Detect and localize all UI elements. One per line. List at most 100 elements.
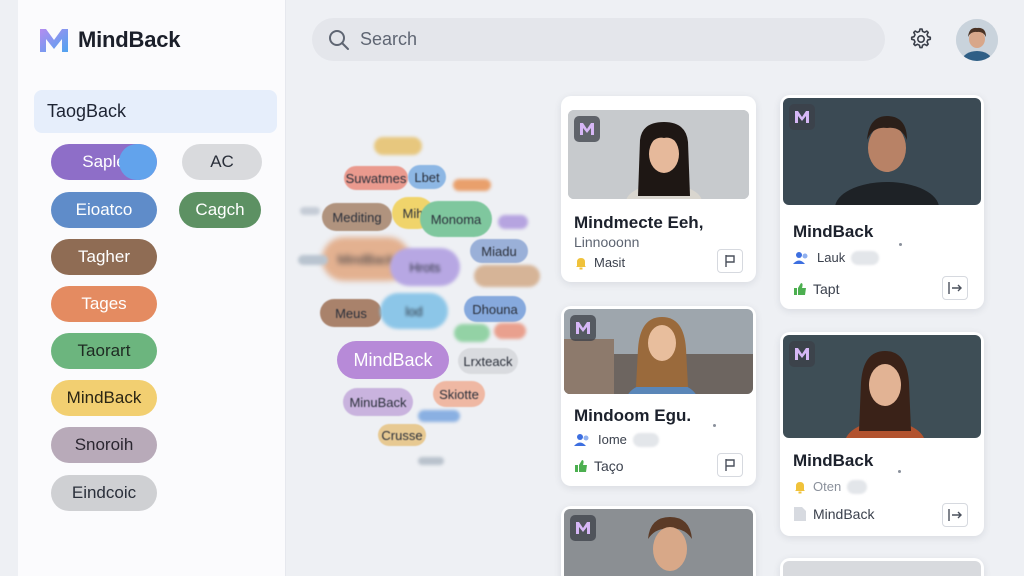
tag-pill[interactable]: Taorart xyxy=(51,333,157,369)
cloud-tag[interactable]: Dhouna xyxy=(464,296,526,322)
card-meta: Taço xyxy=(574,458,624,474)
cloud-tag[interactable]: Crusse xyxy=(378,424,426,446)
cloud-tag[interactable]: lod xyxy=(380,293,448,329)
cloud-tag[interactable]: Skiotte xyxy=(433,381,485,407)
cloud-tag[interactable] xyxy=(474,265,540,287)
app-name: MindBack xyxy=(78,27,181,52)
cloud-tag[interactable]: MinuBack xyxy=(343,388,413,416)
sidebar: MindBack TaogBack Saple AC Eioatco Cagch… xyxy=(18,0,286,576)
app-logo[interactable]: MindBack xyxy=(38,26,181,54)
cloud-tag[interactable]: Miadu xyxy=(470,239,528,263)
cloud-tag[interactable] xyxy=(453,179,491,191)
cloud-tag[interactable] xyxy=(298,255,328,265)
tag-pill-label: Tages xyxy=(81,294,127,313)
bell-icon xyxy=(795,481,805,493)
tag-pill-highlight xyxy=(119,144,157,180)
cloud-tag-label: Lbet xyxy=(414,169,440,185)
tag-pill[interactable]: Eioatco xyxy=(51,192,157,228)
tag-pill-label: Taorart xyxy=(77,341,131,360)
flag-icon xyxy=(725,255,735,267)
cloud-tag-label: Lrxteack xyxy=(463,353,513,369)
cloud-tag-label: Skiotte xyxy=(439,386,479,402)
cloud-tag[interactable]: Mediting xyxy=(322,203,392,231)
cloud-tag[interactable]: Meus xyxy=(320,299,382,327)
card-meta: Tapt xyxy=(793,281,839,297)
search-icon xyxy=(329,29,349,50)
profile-card[interactable]: Mindoom Egu. Iome Taço xyxy=(561,306,756,486)
cloud-tag[interactable]: Lrxteack xyxy=(458,348,518,374)
tag-pill[interactable]: Tages xyxy=(51,286,157,322)
sidebar-item-active[interactable]: TaogBack xyxy=(34,90,277,133)
share-button[interactable] xyxy=(942,503,968,527)
decorative-dot xyxy=(899,243,902,246)
tag-pill[interactable]: Cagch xyxy=(179,192,261,228)
share-arrow-icon xyxy=(948,282,962,294)
card-photo xyxy=(783,561,981,576)
cloud-tag[interactable] xyxy=(418,457,444,465)
users-icon xyxy=(574,433,589,446)
card-meta-label: Lauk xyxy=(817,250,846,265)
tag-pill-label: Eioatco xyxy=(75,200,133,219)
card-title: Mindmecte Eeh, xyxy=(574,213,704,232)
cloud-tag[interactable] xyxy=(300,207,320,215)
card-meta-label: Iome xyxy=(598,432,627,447)
card-meta: MindBack xyxy=(793,506,874,522)
document-icon xyxy=(794,507,806,521)
share-arrow-icon xyxy=(948,509,962,521)
cloud-tag[interactable] xyxy=(498,215,528,229)
card-meta: Lauk xyxy=(793,250,880,265)
cloud-tag[interactable]: Hrots xyxy=(390,248,460,286)
cloud-tag[interactable]: MindBack xyxy=(337,341,449,379)
card-meta-label: Masit xyxy=(594,255,626,270)
tag-pill[interactable]: Saple xyxy=(51,144,157,180)
settings-gear-icon[interactable] xyxy=(907,26,933,52)
profile-card[interactable] xyxy=(780,558,984,576)
card-meta-label: MindBack xyxy=(813,506,875,522)
card-title: MindBack xyxy=(793,222,874,241)
cloud-tag[interactable]: Monoma xyxy=(420,201,492,237)
cloud-tag-label: Dhouna xyxy=(472,301,518,317)
card-meta-placeholder xyxy=(632,432,659,447)
card-photo xyxy=(564,309,753,394)
tag-pill-label: AC xyxy=(210,152,234,171)
tag-pill[interactable]: AC xyxy=(182,144,262,180)
search-bar[interactable]: Search xyxy=(312,18,885,61)
cloud-tag[interactable] xyxy=(454,324,490,342)
card-photo xyxy=(783,98,981,205)
cloud-tag[interactable] xyxy=(418,410,460,422)
m-badge-icon xyxy=(570,515,596,541)
profile-card[interactable]: Mindmecte Eeh, Linnooonn Masit xyxy=(561,96,756,282)
search-placeholder: Search xyxy=(360,29,418,49)
profile-card[interactable]: MindBack Oten MindBack xyxy=(780,332,984,536)
cloud-tag[interactable] xyxy=(374,137,422,155)
m-badge-icon xyxy=(570,315,596,341)
tag-cloud: Suwatmes Lbet Mediting Mih Monoma MindBa… xyxy=(296,130,546,480)
bell-icon xyxy=(576,257,586,269)
cloud-tag[interactable]: Lbet xyxy=(408,165,446,189)
flag-button[interactable] xyxy=(717,249,743,273)
share-button[interactable] xyxy=(942,276,968,300)
tag-pill-label: MindBack xyxy=(66,388,142,407)
thumbs-up-icon xyxy=(575,460,587,472)
cloud-tag-label: MinuBack xyxy=(349,394,407,410)
tag-pill[interactable]: Snoroih xyxy=(51,427,157,463)
tag-pill[interactable]: MindBack xyxy=(51,380,157,416)
cloud-tag-label: MindBack xyxy=(337,251,395,267)
flag-button[interactable] xyxy=(717,453,743,477)
tag-pill[interactable]: Tagher xyxy=(51,239,157,275)
cloud-tag-label: Mediting xyxy=(332,209,382,225)
card-photo xyxy=(783,335,981,438)
thumbs-up-icon xyxy=(794,283,806,295)
profile-card[interactable] xyxy=(561,506,756,576)
card-meta-placeholder xyxy=(847,479,868,494)
card-photo xyxy=(568,110,749,199)
profile-card[interactable]: MindBack Lauk Tapt xyxy=(780,95,984,309)
user-avatar[interactable] xyxy=(956,19,998,61)
cloud-tag[interactable]: Suwatmes xyxy=(344,166,408,190)
cloud-tag-label: Suwatmes xyxy=(345,170,407,186)
card-subtitle: Linnooonn xyxy=(574,234,640,250)
m-badge-icon xyxy=(574,116,600,142)
card-title: MindBack xyxy=(793,451,874,470)
cloud-tag[interactable] xyxy=(494,323,526,339)
tag-pill[interactable]: Eindcoic xyxy=(51,475,157,511)
